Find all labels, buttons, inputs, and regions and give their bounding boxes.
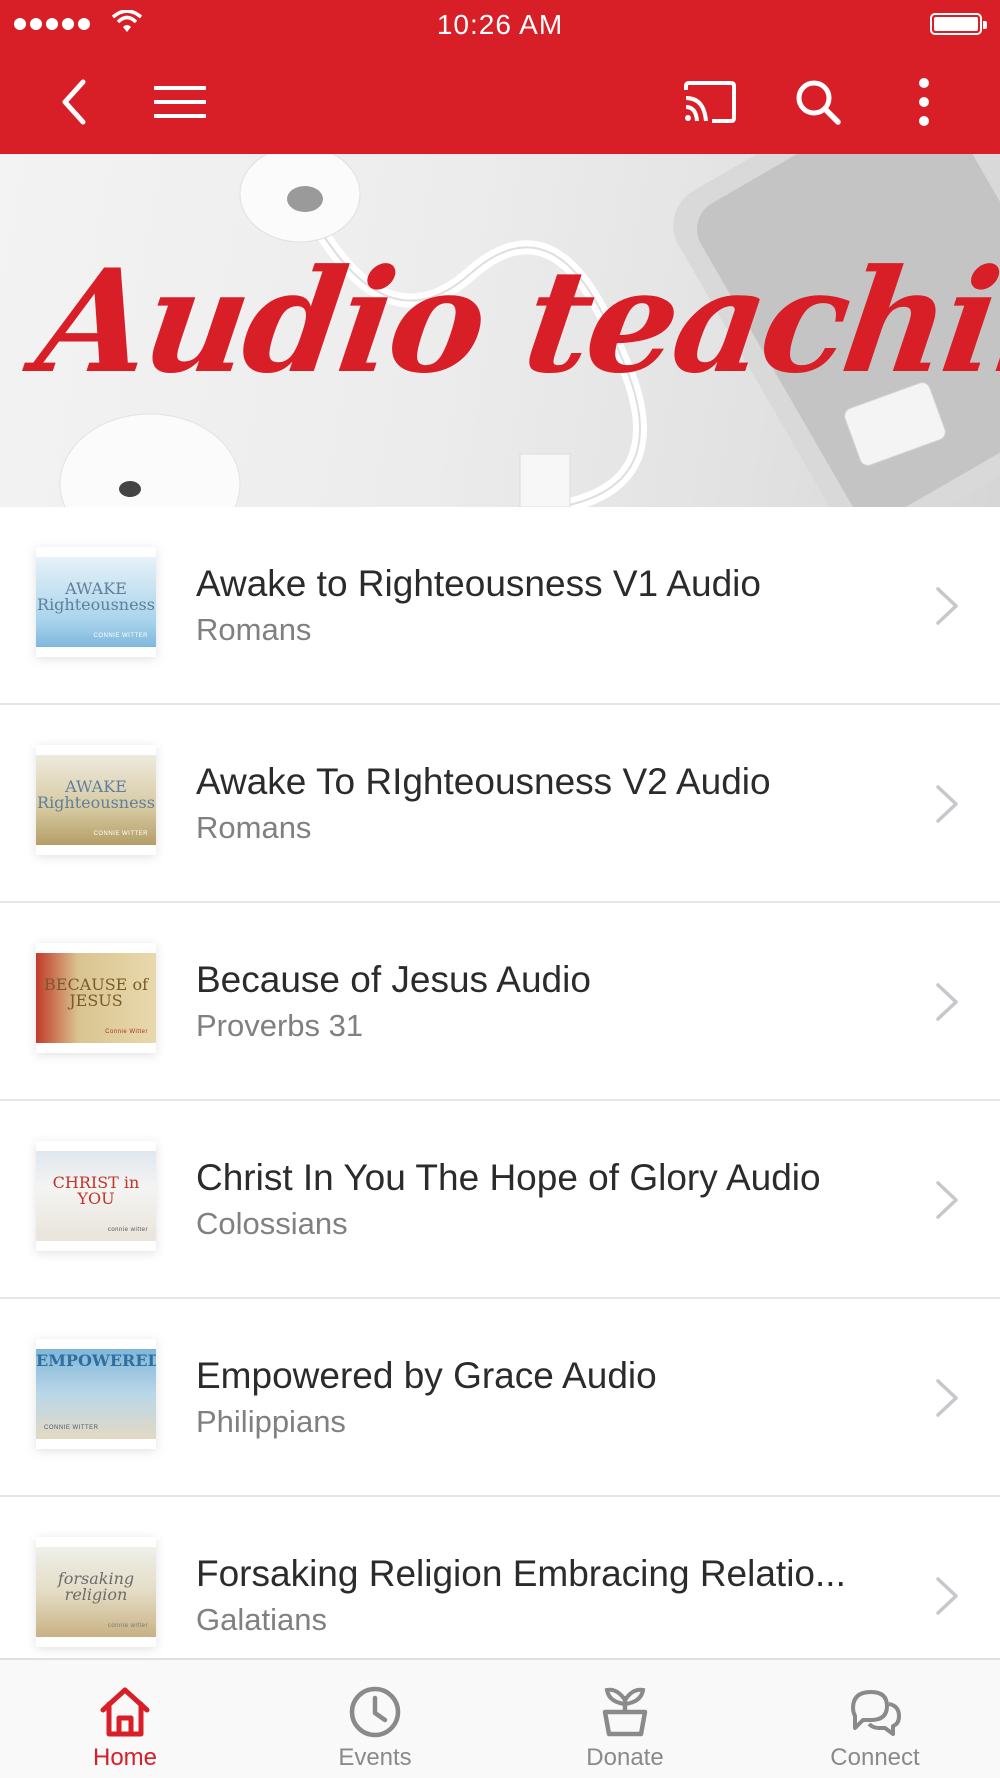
thumbnail-title: EMPOWERED!: [36, 1351, 156, 1370]
hero-banner: Audio teaching: [0, 154, 1000, 507]
tab-label: Donate: [586, 1744, 664, 1771]
menu-button[interactable]: [150, 72, 210, 132]
hamburger-icon: [154, 86, 206, 118]
chevron-right-icon: [936, 785, 958, 823]
thumbnail-author: CONNIE WITTER: [44, 1425, 99, 1431]
item-subtitle: Romans: [196, 612, 312, 647]
item-title: Christ In You The Hope of Glory Audio: [196, 1157, 821, 1198]
chevron-right-icon: [936, 1577, 958, 1615]
tab-label: Connect: [830, 1744, 920, 1771]
item-title: Because of Jesus Audio: [196, 959, 591, 1000]
toolbar: [0, 50, 1000, 154]
thumbnail-title: AWAKE Righteousness: [37, 579, 155, 614]
clock-icon: [349, 1686, 401, 1738]
item-title: Awake to Righteousness V1 Audio: [196, 563, 761, 604]
item-title: Awake To RIghteousness V2 Audio: [196, 761, 771, 802]
list-item[interactable]: BECAUSE of JESUS Connie Witter Because o…: [0, 903, 1000, 1101]
thumbnail-author: CONNIE WITTER: [93, 633, 148, 639]
item-subtitle: Proverbs 31: [196, 1008, 364, 1043]
album-thumbnail: EMPOWERED! CONNIE WITTER: [36, 1339, 156, 1449]
list-item[interactable]: AWAKE Righteousness CONNIE WITTER Awake …: [0, 705, 1000, 903]
thumbnail-author: CONNIE WITTER: [93, 831, 148, 837]
status-bar: 10:26 AM: [0, 0, 1000, 50]
album-thumbnail: BECAUSE of JESUS Connie Witter: [36, 943, 156, 1053]
thumbnail-title: BECAUSE of JESUS: [44, 975, 148, 1010]
audio-teaching-list: AWAKE Righteousness CONNIE WITTER Awake …: [0, 507, 1000, 1695]
hero-title: Audio teaching: [28, 239, 1000, 405]
album-thumbnail: AWAKE Righteousness CONNIE WITTER: [36, 547, 156, 657]
battery-icon: [930, 13, 987, 35]
thumbnail-title: AWAKE Righteousness: [37, 777, 155, 812]
thumbnail-author: Connie Witter: [105, 1029, 148, 1035]
tab-label: Home: [92, 1744, 158, 1771]
tab-events[interactable]: Events: [250, 1660, 500, 1778]
plant-icon: [602, 1687, 648, 1737]
album-thumbnail: CHRIST in YOU connie witter: [36, 1141, 156, 1251]
chat-bubbles-icon: [851, 1690, 901, 1736]
bottom-tab-bar: Home Events Donate Connect: [0, 1658, 1000, 1778]
chevron-right-icon: [936, 587, 958, 625]
tab-donate[interactable]: Donate: [500, 1660, 750, 1778]
item-subtitle: Colossians: [196, 1206, 348, 1241]
more-options-button[interactable]: [894, 72, 954, 132]
list-item[interactable]: EMPOWERED! CONNIE WITTER Empowered by Gr…: [0, 1299, 1000, 1497]
thumbnail-title: CHRIST in YOU: [52, 1173, 140, 1208]
item-subtitle: Romans: [196, 810, 312, 845]
back-button[interactable]: [44, 72, 104, 132]
cast-button[interactable]: [680, 72, 740, 132]
list-item[interactable]: CHRIST in YOU connie witter Christ In Yo…: [0, 1101, 1000, 1299]
list-item[interactable]: AWAKE Righteousness CONNIE WITTER Awake …: [0, 507, 1000, 705]
thumbnail-author: connie witter: [107, 1623, 148, 1629]
cast-icon: [684, 81, 736, 123]
chevron-right-icon: [936, 1379, 958, 1417]
item-title: Empowered by Grace Audio: [196, 1355, 657, 1396]
search-button[interactable]: [788, 72, 848, 132]
album-thumbnail: forsaking religion connie witter: [36, 1537, 156, 1647]
chevron-right-icon: [936, 983, 958, 1021]
tab-home[interactable]: Home: [0, 1660, 250, 1778]
tab-label: Events: [338, 1744, 412, 1771]
chevron-right-icon: [936, 1181, 958, 1219]
more-vertical-icon: [919, 78, 929, 126]
thumbnail-author: connie witter: [107, 1227, 148, 1233]
item-subtitle: Galatians: [196, 1602, 327, 1637]
album-thumbnail: AWAKE Righteousness CONNIE WITTER: [36, 745, 156, 855]
search-icon: [796, 80, 841, 125]
thumbnail-title: forsaking religion: [57, 1569, 135, 1604]
status-time: 10:26 AM: [436, 9, 564, 40]
item-title: Forsaking Religion Embracing Relatio...: [196, 1553, 846, 1594]
item-subtitle: Philippians: [196, 1404, 346, 1439]
chevron-left-icon: [62, 79, 86, 125]
tab-connect[interactable]: Connect: [750, 1660, 1000, 1778]
home-icon: [100, 1687, 150, 1737]
